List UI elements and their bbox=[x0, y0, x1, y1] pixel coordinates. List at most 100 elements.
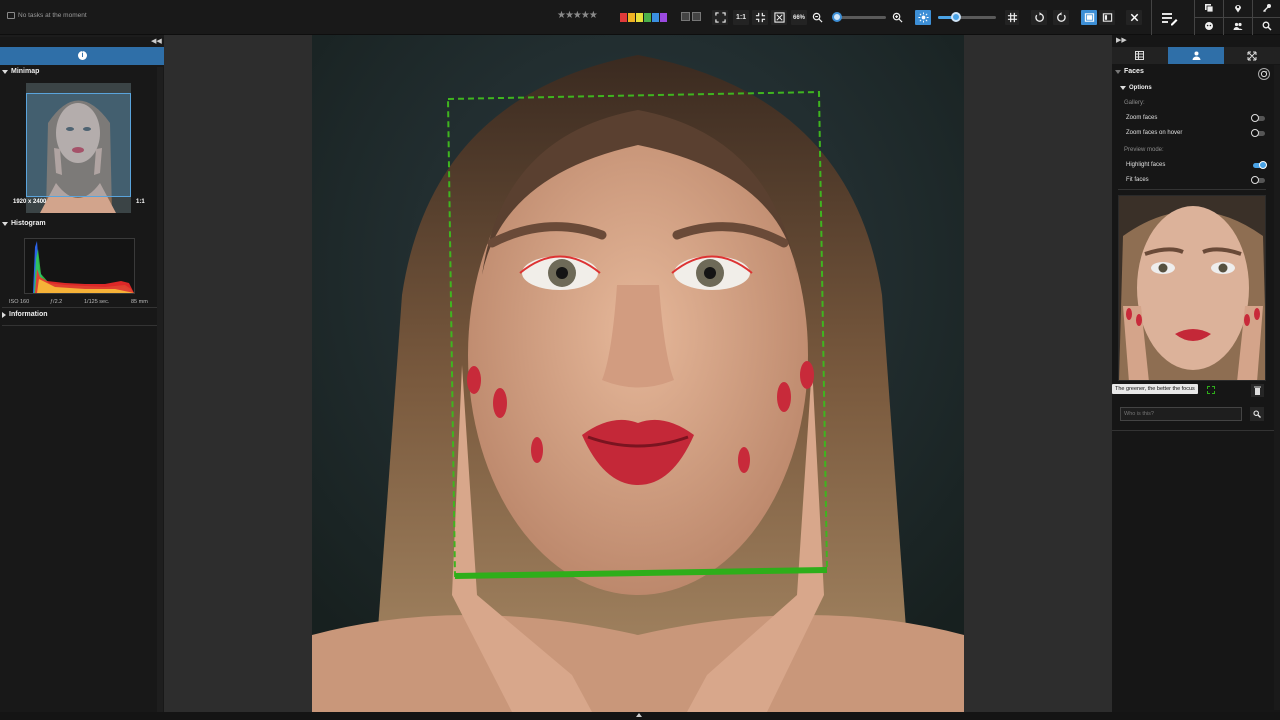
copy-button[interactable] bbox=[1204, 3, 1214, 15]
section-divider bbox=[1118, 189, 1266, 190]
zoom-slider-handle[interactable] bbox=[832, 12, 842, 22]
info-icon: i bbox=[78, 51, 87, 60]
single-view-button[interactable] bbox=[1081, 10, 1097, 25]
who-is-this-input[interactable] bbox=[1120, 407, 1242, 421]
focus-peaking-button[interactable] bbox=[915, 10, 931, 25]
edit-list-button[interactable] bbox=[1160, 9, 1178, 27]
fill-icon bbox=[755, 12, 765, 23]
rotate-right-icon bbox=[1056, 12, 1066, 22]
collapse-left-button[interactable]: ◀◀ bbox=[151, 37, 162, 45]
histogram-chart bbox=[24, 238, 135, 294]
exif-aperture: ƒ/2.2 bbox=[50, 299, 63, 305]
flag-buttons bbox=[681, 12, 701, 21]
grid-hash-icon bbox=[1007, 12, 1017, 23]
toggle-knob bbox=[1251, 114, 1259, 122]
face-detect-refresh-button[interactable] bbox=[1258, 68, 1270, 80]
people-icon bbox=[1233, 22, 1243, 30]
minimap-section-header[interactable]: Minimap bbox=[2, 68, 39, 75]
edit-list-icon bbox=[1162, 13, 1178, 26]
tasks-text: No tasks at the moment bbox=[18, 12, 87, 19]
panel-toggle-grid-vline-2 bbox=[1252, 0, 1253, 35]
minimap-viewport[interactable] bbox=[26, 93, 131, 197]
face-focus-box[interactable] bbox=[164, 35, 1112, 712]
panel-toggle-grid-vline-1 bbox=[1223, 0, 1224, 35]
minimap-title: Minimap bbox=[11, 68, 40, 75]
panel-toggle-grid-hline bbox=[1195, 17, 1280, 18]
fill-button[interactable] bbox=[752, 10, 768, 25]
right-scrollbar[interactable] bbox=[1274, 65, 1280, 710]
people-button[interactable] bbox=[1233, 21, 1243, 33]
information-section-header[interactable]: Information bbox=[2, 311, 48, 318]
left-scrollbar[interactable] bbox=[157, 67, 163, 712]
image-viewer[interactable] bbox=[164, 35, 1112, 712]
grid-button[interactable] bbox=[1005, 10, 1019, 25]
zoom-faces-on-hover-toggle[interactable] bbox=[1251, 129, 1265, 137]
key-button[interactable] bbox=[1262, 3, 1272, 15]
histogram-title: Histogram bbox=[11, 220, 46, 227]
color-label-yellow[interactable] bbox=[636, 13, 643, 22]
zoom-faces-toggle[interactable] bbox=[1251, 114, 1265, 122]
zoom-level[interactable]: 66% bbox=[791, 10, 807, 25]
zoom-out-button[interactable] bbox=[810, 10, 824, 25]
table-icon bbox=[1135, 51, 1144, 60]
face-thumbnail[interactable] bbox=[1118, 195, 1266, 381]
expand-right-button[interactable]: ▶▶ bbox=[1116, 36, 1127, 44]
star-rating-icons: ★★★★★ bbox=[557, 10, 598, 21]
task-status: No tasks at the moment bbox=[7, 12, 87, 19]
flag-reject-icon[interactable] bbox=[681, 12, 690, 21]
focus-peaking-slider-handle[interactable] bbox=[951, 12, 961, 22]
toggle-knob bbox=[1251, 129, 1259, 137]
color-label-red[interactable] bbox=[620, 13, 627, 22]
rotate-left-button[interactable] bbox=[1031, 10, 1047, 25]
expand-button[interactable] bbox=[771, 10, 787, 25]
info-tab[interactable]: i bbox=[0, 47, 164, 65]
image-dimensions: 1920 x 2400 bbox=[13, 199, 47, 205]
tab-faces[interactable] bbox=[1168, 47, 1224, 64]
rotate-right-button[interactable] bbox=[1053, 10, 1069, 25]
double-chevron-left-icon: ◀◀ bbox=[151, 38, 162, 45]
sun-icon bbox=[917, 12, 929, 23]
information-title: Information bbox=[9, 311, 48, 318]
fit-faces-toggle[interactable] bbox=[1251, 176, 1265, 184]
fit-screen-button[interactable] bbox=[712, 10, 728, 25]
flag-pick-icon[interactable] bbox=[692, 12, 701, 21]
zoom-in-button[interactable] bbox=[890, 10, 904, 25]
tab-fullscreen[interactable] bbox=[1224, 47, 1280, 64]
search-button[interactable] bbox=[1262, 21, 1272, 33]
one-to-one-button[interactable]: 1:1 bbox=[733, 10, 749, 25]
fit-screen-icon bbox=[714, 12, 726, 23]
histogram-graph bbox=[33, 241, 134, 293]
key-icon bbox=[1263, 4, 1271, 12]
color-label-purple[interactable] bbox=[660, 13, 667, 22]
tab-details[interactable] bbox=[1112, 47, 1168, 64]
color-labels bbox=[620, 13, 668, 22]
compare-view-button[interactable] bbox=[1099, 10, 1115, 25]
zoom-out-icon bbox=[812, 12, 823, 23]
minimap-ratio: 1:1 bbox=[136, 199, 145, 205]
location-button[interactable] bbox=[1233, 3, 1243, 15]
bottom-filmstrip-toggle[interactable] bbox=[0, 712, 1280, 720]
search-icon bbox=[1253, 410, 1261, 418]
face-search-button[interactable] bbox=[1250, 407, 1264, 421]
color-label-orange[interactable] bbox=[628, 13, 635, 22]
face-detect-button[interactable] bbox=[1204, 21, 1214, 33]
toggle-knob bbox=[1259, 161, 1267, 169]
delete-face-button[interactable] bbox=[1251, 384, 1264, 397]
toggle-knob bbox=[1251, 176, 1259, 184]
double-chevron-right-icon: ▶▶ bbox=[1116, 37, 1127, 44]
person-icon bbox=[1192, 51, 1201, 60]
close-button[interactable] bbox=[1126, 10, 1142, 25]
collapsed-triangle-icon bbox=[2, 311, 6, 318]
histogram-section-header[interactable]: Histogram bbox=[2, 220, 46, 227]
minimap-thumbnail[interactable] bbox=[26, 83, 131, 213]
color-label-blue[interactable] bbox=[652, 13, 659, 22]
compare-view-icon bbox=[1102, 13, 1112, 22]
highlight-faces-toggle[interactable] bbox=[1253, 161, 1267, 169]
location-pin-icon bbox=[1235, 5, 1241, 13]
color-label-green[interactable] bbox=[644, 13, 651, 22]
expanded-triangle-icon bbox=[2, 221, 8, 226]
options-section-header[interactable]: Options bbox=[1120, 85, 1152, 91]
faces-section-header[interactable]: Faces bbox=[1115, 68, 1144, 75]
rating-stars[interactable]: ★★★★★ bbox=[557, 10, 598, 21]
preview-mode-label: Preview mode: bbox=[1124, 147, 1164, 153]
